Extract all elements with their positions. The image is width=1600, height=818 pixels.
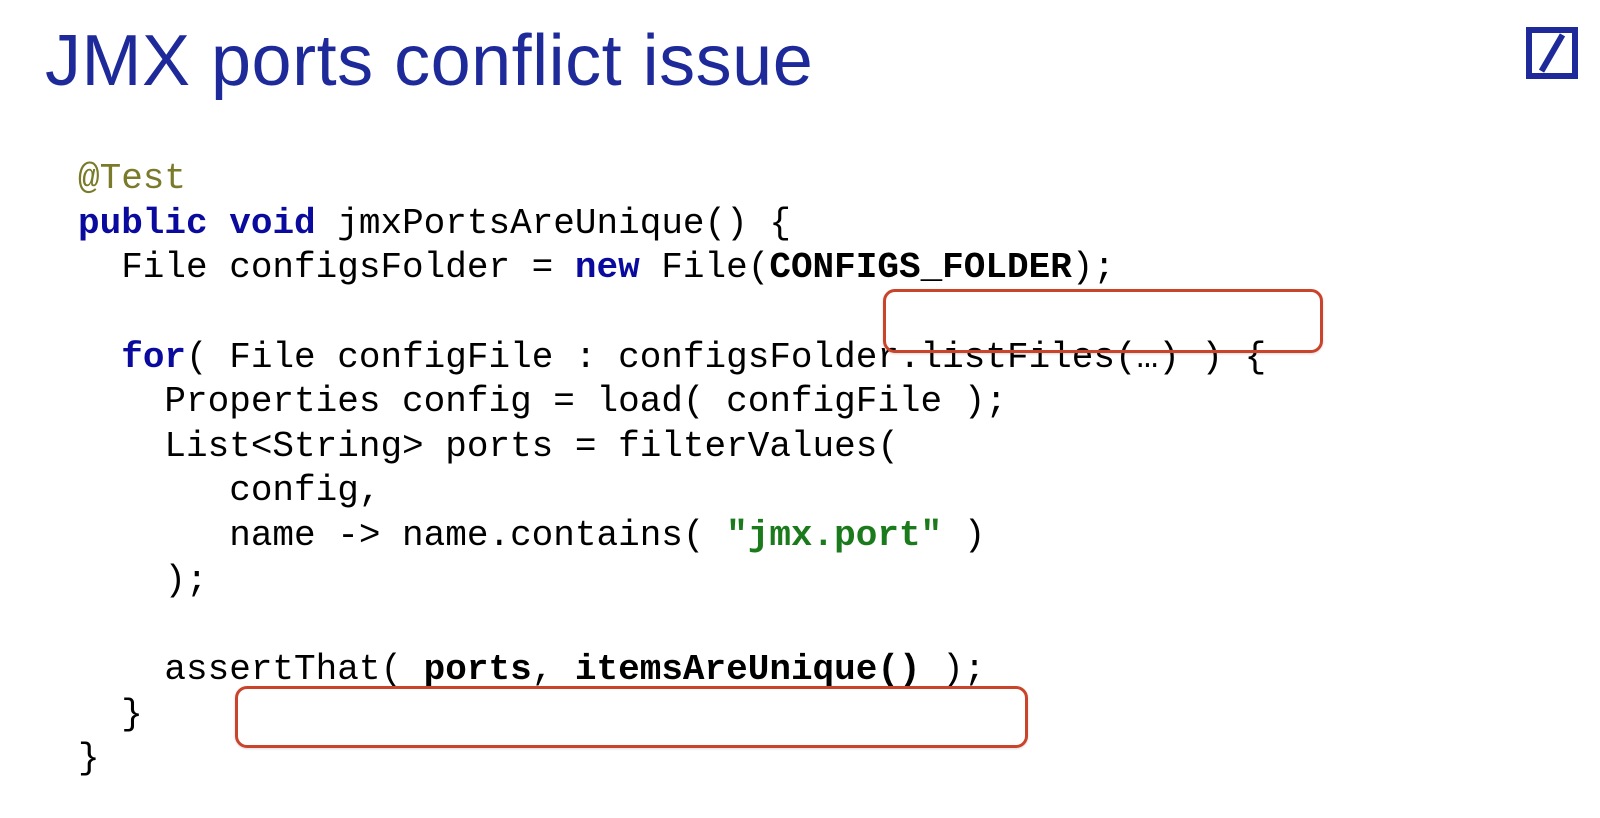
code-block: @Test public void jmxPortsAreUnique() { … <box>0 102 1600 782</box>
annotation-test: @Test <box>78 158 186 199</box>
code-line-4: Properties config = load( configFile ); <box>78 381 1007 422</box>
code-line-3-rest: ( File configFile : configsFolder.listFi… <box>186 337 1266 378</box>
paren-open: ( <box>748 247 770 288</box>
slide-title: JMX ports conflict issue <box>0 0 1600 102</box>
string-jmxport: "jmx.port" <box>726 515 942 556</box>
keyword-for: for <box>121 337 186 378</box>
keyword-new: new <box>575 247 640 288</box>
code-line-9-pre: assertThat( <box>78 649 424 690</box>
code-line-11: } <box>78 738 100 779</box>
code-line-2-mid: File <box>640 247 748 288</box>
paren-close: ); <box>1072 247 1115 288</box>
configs-folder-const: CONFIGS_FOLDER <box>769 247 1071 288</box>
items-are-unique: itemsAreUnique() <box>575 649 921 690</box>
deutsche-bank-logo-icon <box>1526 27 1578 79</box>
code-line-6: config, <box>78 470 380 511</box>
code-line-9-post: ); <box>921 649 986 690</box>
code-line-5: List<String> ports = filterValues( <box>78 426 899 467</box>
code-line-7-post: ) <box>942 515 985 556</box>
code-line-8: ); <box>78 560 208 601</box>
code-line-7-pre: name -> name.contains( <box>78 515 726 556</box>
keyword-public: public <box>78 203 208 244</box>
code-line-9-mid: , <box>532 649 575 690</box>
code-line-10: } <box>78 694 143 735</box>
ports-var: ports <box>424 649 532 690</box>
method-signature: jmxPortsAreUnique() { <box>316 203 791 244</box>
keyword-void: void <box>229 203 315 244</box>
code-line-2-pre: File configsFolder = <box>78 247 575 288</box>
